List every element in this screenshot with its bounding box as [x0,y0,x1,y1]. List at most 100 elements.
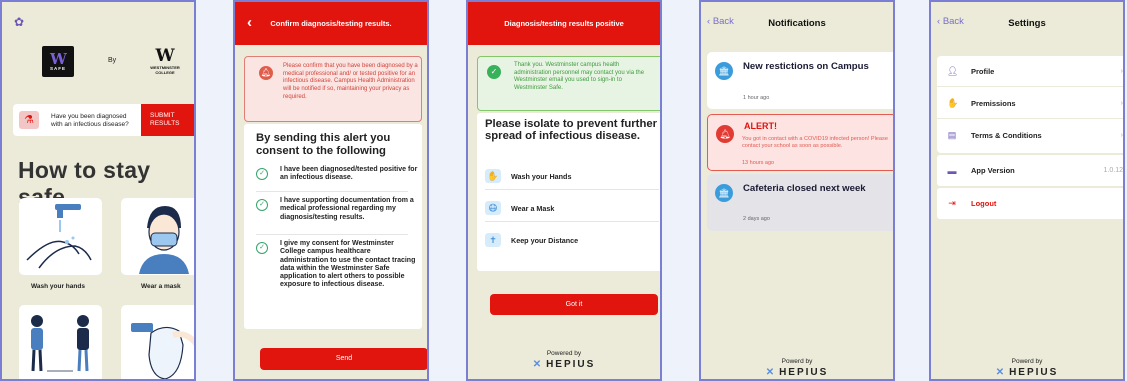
list-item: 😷︎ Wear a Mask [485,199,659,221]
westminster-safe-logo: W SAFE [42,46,74,77]
list-item-label: Keep your Distance [511,236,579,245]
wear-mask-tile[interactable] [121,198,194,275]
logout-button[interactable]: ⇥ Logout [937,188,1123,219]
screen-title: Confirm diagnosis/testing results. [270,19,392,28]
building-icon: 🏛︎ [715,184,733,202]
spray-bottle-illustration [131,323,194,379]
wear-mask-caption: Wear a mask [141,283,181,290]
bell-icon: 🔔︎ [716,125,734,143]
list-item: ✋ Wash your Hands [485,167,659,189]
notifications-screen: ‹ Back Notifications 🏛︎ New restictions … [699,0,895,381]
powered-by: Powerd by ✕ HEPIUS [995,358,1059,378]
chevron-right-icon: › [1120,132,1123,139]
gear-icon[interactable]: ✿ [14,15,24,29]
test-tube-icon: ⚗ [19,111,39,129]
hepius-logo-icon: ✕ [765,367,777,378]
logout-icon: ⇥ [948,198,956,208]
divider [256,234,408,235]
wash-hands-illustration [26,204,92,269]
notification-time: 2 days ago [743,216,770,222]
hepius-logo-icon: ✕ [532,359,544,370]
settings-item-terms[interactable]: ▤ Terms & Conditions › [937,120,1123,151]
got-it-button[interactable]: Got it [490,294,658,315]
back-chevron-icon[interactable]: ‹ [247,14,252,31]
isolation-card: Please isolate to prevent further spread… [477,113,660,271]
notification-title: ALERT! [744,121,777,131]
back-button[interactable]: ‹ Back [707,16,734,27]
notification-time: 1 hour ago [743,95,770,101]
screen-title: Diagnosis/testing results positive [504,19,624,28]
wash-hands-caption: Wash your hands [31,283,85,290]
distance-tile[interactable] [19,305,102,379]
social-distance-illustration [31,315,89,372]
app-version-value: 1.0.12 [1103,167,1123,174]
settings-screen: ‹ Back Settings 👤︎ Profile › ✋ Premissio… [929,0,1125,381]
consent-card: By sending this alert you consent to the… [244,124,422,329]
list-item-label: Wash your Hands [511,172,572,181]
chevron-right-icon: › [1120,99,1123,107]
warning-banner: 🔔︎ Please confirm that you have been dia… [244,56,422,122]
header-bar: ‹ Back Settings [931,2,1123,45]
results-positive-screen: Diagnosis/testing results positive ✓ Tha… [466,0,662,381]
notification-item[interactable]: 🏛︎ New restictions on Campus 1 hour ago [707,52,893,109]
screenshot-collage: ✿ W SAFE By W WESTMINSTER COLLEGE ⚗ Have … [0,0,1127,381]
hepius-logo-icon: ✕ [995,367,1007,378]
warning-text: Please confirm that you have been diagno… [283,63,418,100]
person-distance-icon: ✝ [485,233,501,247]
consent-item-text: I have supporting documentation from a m… [280,197,414,221]
chevron-right-icon: › [1120,67,1123,75]
westminster-college-logo: W WESTMINSTER COLLEGE [150,46,180,75]
wear-mask-illustration [139,206,189,274]
diagnosis-question: Have you been diagnosed with an infectio… [51,113,129,128]
mask-icon: 😷︎ [485,201,501,215]
divider [256,191,408,192]
confirm-diagnosis-screen: ‹ Confirm diagnosis/testing results. 🔔︎ … [233,0,429,381]
isolation-heading: Please isolate to prevent further spread… [485,118,658,142]
hand-wash-icon: ✋ [485,169,501,183]
divider [485,221,659,222]
check-circle-icon: ✓ [256,199,268,211]
success-banner: ✓ Thank you. Westminster campus health a… [477,56,660,111]
check-circle-icon: ✓ [487,65,501,79]
consent-heading: By sending this alert you consent to the… [256,132,391,157]
list-item: ✝ Keep your Distance [485,231,659,253]
consent-item-text: I have been diagnosed/tested positive fo… [280,166,418,182]
wash-hands-tile[interactable] [19,198,102,275]
send-button[interactable]: Send [260,348,427,370]
consent-item-text: I give my consent for Westminster Colleg… [280,240,416,289]
user-icon: 👤︎ [947,65,959,76]
notification-item[interactable]: 🏛︎ Cafeteria closed next week 2 days ago [707,174,893,231]
settings-item-profile[interactable]: 👤︎ Profile › [937,56,1123,87]
notification-body: You got in contact with a COVID19 infect… [742,136,888,149]
by-label: By [108,57,117,64]
header-bar: ‹ Confirm diagnosis/testing results. [235,2,427,45]
diagnosis-prompt-card: ⚗ Have you been diagnosed with an infect… [13,104,194,136]
document-icon: ▤ [947,130,957,140]
notification-title: New restictions on Campus [743,61,869,72]
folder-icon: ▬ [947,165,957,176]
building-icon: 🏛︎ [715,62,733,80]
header-bar: ‹ Back Notifications [701,2,893,45]
list-item-label: Wear a Mask [511,204,555,213]
submit-results-button[interactable]: SUBMIT RESULTS [141,104,194,136]
alert-notification[interactable]: 🔔︎ ALERT! You got in contact with a COVI… [707,114,893,171]
app-version-row: ▬ App Version 1.0.12 [937,155,1123,186]
home-screen: ✿ W SAFE By W WESTMINSTER COLLEGE ⚗ Have … [0,0,196,381]
back-button[interactable]: ‹ Back [937,16,964,27]
notification-time: 13 hours ago [742,160,775,166]
powered-by: Powered by ✕ HEPIUS [532,350,596,370]
hand-icon: ✋ [947,97,959,108]
screen-title: Notifications [768,18,826,29]
check-circle-icon: ✓ [256,168,268,180]
settings-item-permissions[interactable]: ✋ Premissions › [937,88,1123,119]
notification-title: Cafeteria closed next week [743,183,866,194]
bell-icon: 🔔︎ [259,66,273,80]
header-bar: Diagnosis/testing results positive [468,2,660,45]
settings-group: 👤︎ Profile › ✋ Premissions › ▤ Terms & C… [937,56,1123,153]
sanitize-tile[interactable] [121,305,194,379]
check-circle-icon: ✓ [256,242,268,254]
screen-title: Settings [1008,18,1046,29]
powered-by: Powerd by ✕ HEPIUS [765,358,829,378]
divider [485,189,659,190]
thanks-text: Thank you. Westminster campus health adm… [514,62,645,92]
